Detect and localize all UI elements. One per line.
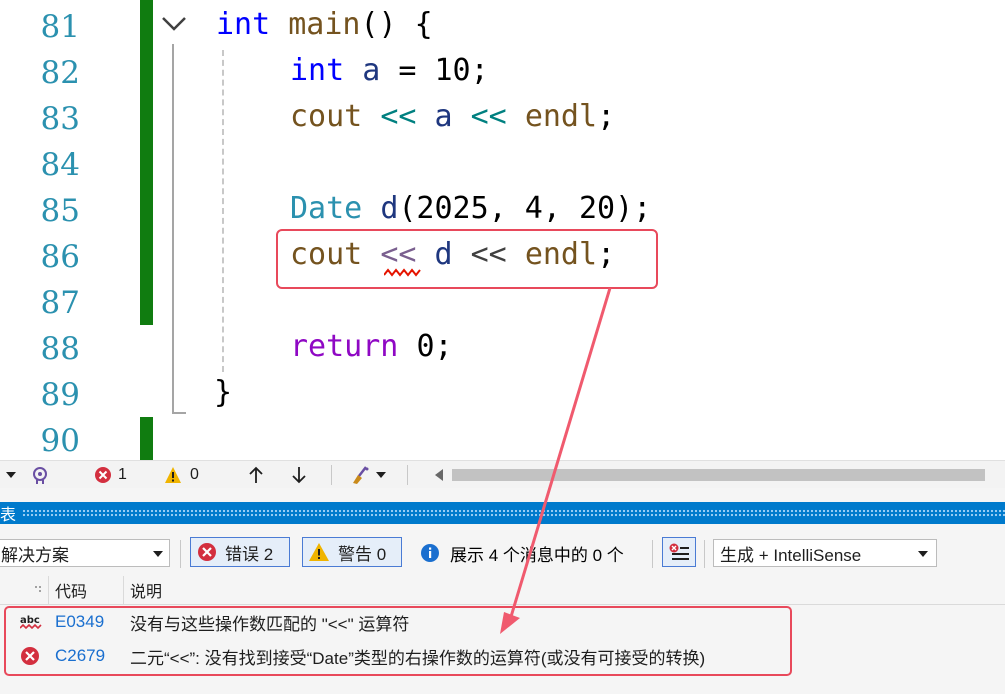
annotation-arrow <box>500 287 612 634</box>
